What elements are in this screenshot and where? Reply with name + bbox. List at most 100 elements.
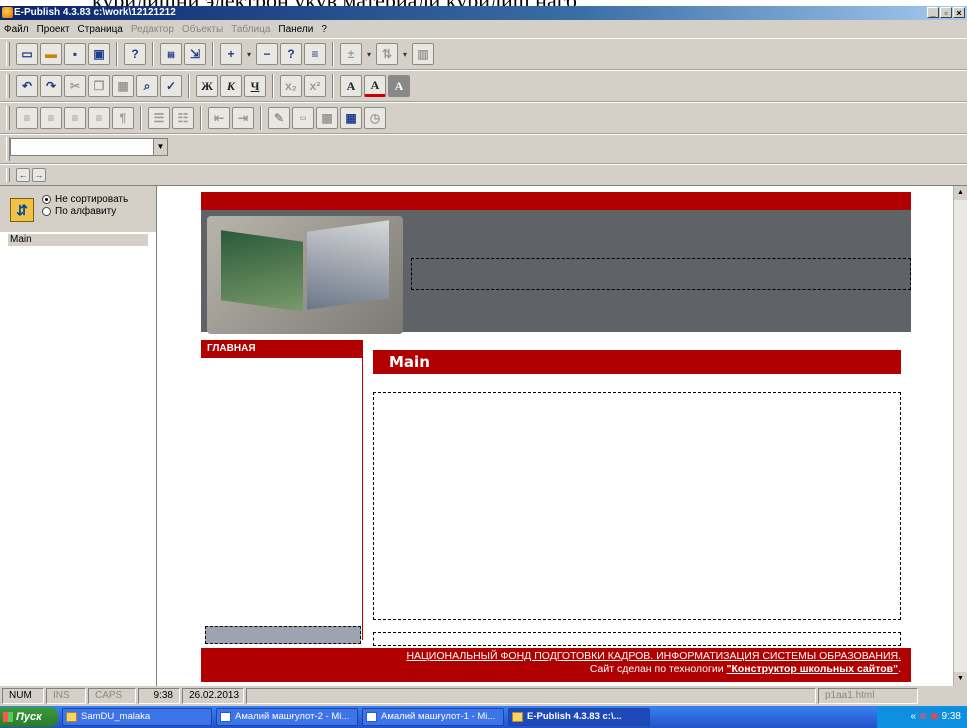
windows-taskbar: Пуск SamDU_malaka Амалий машғулот-2 - Mi… xyxy=(0,706,967,728)
paragraph-icon[interactable]: ¶ xyxy=(112,107,134,129)
radio-selected[interactable] xyxy=(42,195,51,204)
toolbar-grip[interactable] xyxy=(6,168,10,182)
html-export-icon[interactable]: ▤ xyxy=(160,43,182,65)
taskbar-item-folder[interactable]: SamDU_malaka xyxy=(62,708,212,726)
numbered-list-icon[interactable]: ☷ xyxy=(172,107,194,129)
maximize-button[interactable]: ▫ xyxy=(940,7,952,18)
sort-alpha-option[interactable]: По алфавиту xyxy=(42,206,116,217)
chevron-down-icon[interactable]: ▾ xyxy=(364,50,374,59)
close-button[interactable]: × xyxy=(953,7,965,18)
bullet-list-icon[interactable]: ☰ xyxy=(148,107,170,129)
content-bottom-region[interactable] xyxy=(373,632,901,646)
insert-image-icon[interactable]: ▩ xyxy=(316,107,338,129)
scroll-down-icon[interactable]: ▼ xyxy=(954,672,967,686)
menu-file[interactable]: Файл xyxy=(4,24,29,35)
highlight-icon[interactable]: A xyxy=(388,75,410,97)
chevron-down-icon[interactable]: ▼ xyxy=(153,139,167,155)
opera-icon[interactable]: ◉ xyxy=(930,711,942,722)
menu-help[interactable]: ? xyxy=(321,24,327,35)
toolbar-grip[interactable] xyxy=(6,106,10,130)
back-arrow-icon[interactable]: ← xyxy=(16,168,30,182)
insert-clock-icon[interactable]: ◷ xyxy=(364,107,386,129)
nav-title[interactable]: ГЛАВНАЯ xyxy=(201,340,362,358)
save-icon[interactable]: ▪ xyxy=(64,43,86,65)
toolbar-grip[interactable] xyxy=(6,74,10,98)
item-list-icon[interactable]: ▥ xyxy=(412,43,434,65)
remove-page-icon[interactable]: − xyxy=(256,43,278,65)
radio-unselected[interactable] xyxy=(42,207,51,216)
site-footer: НАЦИОНАЛЬНЫЙ ФОНД ПОДГОТОВКИ КАДРОВ. ИНФ… xyxy=(201,648,911,682)
underline-button[interactable]: Ч xyxy=(244,75,266,97)
taskbar-item-word-2[interactable]: Амалий машғулот-2 - Mi... xyxy=(216,708,358,726)
font-button[interactable]: A xyxy=(340,75,362,97)
start-button[interactable]: Пуск xyxy=(0,707,58,727)
superscript-icon[interactable]: x² xyxy=(304,75,326,97)
page-help-icon[interactable]: ? xyxy=(280,43,302,65)
toolbar-grip[interactable] xyxy=(6,42,10,66)
taskbar-item-word-1[interactable]: Амалий машғулот-1 - Mi... xyxy=(362,708,504,726)
scroll-up-icon[interactable]: ▲ xyxy=(954,186,967,200)
font-color-icon[interactable]: A xyxy=(364,75,386,97)
site-nav-column: ГЛАВНАЯ xyxy=(201,340,363,640)
menu-table[interactable]: Таблица xyxy=(231,24,270,35)
subscript-icon[interactable]: x₂ xyxy=(280,75,302,97)
content-title: Main xyxy=(373,350,901,374)
bold-button[interactable]: Ж xyxy=(196,75,218,97)
save-all-icon[interactable]: ▣ xyxy=(88,43,110,65)
sort-none-option[interactable]: Не сортировать xyxy=(42,194,128,205)
cut-icon[interactable]: ✂ xyxy=(64,75,86,97)
align-right-icon[interactable]: ≡ xyxy=(64,107,86,129)
vertical-scrollbar[interactable]: ▲ ▼ xyxy=(953,186,967,686)
paste-icon[interactable]: ▦ xyxy=(112,75,134,97)
edit-object-icon[interactable]: ✎ xyxy=(268,107,290,129)
align-left-icon[interactable]: ≡ xyxy=(16,107,38,129)
undo-icon[interactable]: ↶ xyxy=(16,75,38,97)
tray-expand-icon[interactable]: « xyxy=(911,711,917,722)
menu-project[interactable]: Проект xyxy=(37,24,70,35)
toolbar-separator xyxy=(272,74,274,98)
italic-button[interactable]: К xyxy=(220,75,242,97)
word-document-icon xyxy=(366,712,377,722)
insert-link-icon[interactable]: ▭ xyxy=(292,107,314,129)
page-list-icon[interactable]: ≡ xyxy=(304,43,326,65)
move-item-icon[interactable]: ⇅ xyxy=(376,43,398,65)
content-editable-region[interactable] xyxy=(373,392,901,620)
menu-panels[interactable]: Панели xyxy=(278,24,313,35)
help-wizard-icon[interactable]: ? xyxy=(124,43,146,65)
align-justify-icon[interactable]: ≡ xyxy=(88,107,110,129)
indent-icon[interactable]: ⇥ xyxy=(232,107,254,129)
publish-icon[interactable]: ⇲ xyxy=(184,43,206,65)
open-folder-icon[interactable]: ▬ xyxy=(40,43,62,65)
menu-editor[interactable]: Редактор xyxy=(131,24,174,35)
insert-item-icon[interactable]: ± xyxy=(340,43,362,65)
nav-editable-region[interactable] xyxy=(205,626,361,644)
constructor-link[interactable]: "Конструктор школьных сайтов" xyxy=(727,663,899,675)
add-page-icon[interactable]: + xyxy=(220,43,242,65)
style-select[interactable]: ▼ xyxy=(10,138,168,156)
taskbar-item-epublish[interactable]: E-Publish 4.3.83 c:\... xyxy=(508,708,650,726)
window-titlebar[interactable]: E-Publish 4.3.83 c:\work\12121212 _ ▫ × xyxy=(0,6,967,20)
insert-table-icon[interactable]: ▦ xyxy=(340,107,362,129)
site-header xyxy=(201,210,911,334)
menu-page[interactable]: Страница xyxy=(78,24,123,35)
new-file-icon[interactable]: ▭ xyxy=(16,43,38,65)
chevron-down-icon[interactable]: ▾ xyxy=(244,50,254,59)
redo-icon[interactable]: ↷ xyxy=(40,75,62,97)
header-editable-region[interactable] xyxy=(411,258,911,290)
windows-logo-icon xyxy=(3,712,13,722)
toolbar-row-1: ▭ ▬ ▪ ▣ ? ▤ ⇲ + ▾ − ? ≡ ± ▾ ⇅ ▾ ▥ xyxy=(0,38,967,70)
outdent-icon[interactable]: ⇤ xyxy=(208,107,230,129)
classroom-photo xyxy=(221,230,303,312)
minimize-button[interactable]: _ xyxy=(927,7,939,18)
copy-icon[interactable]: ❐ xyxy=(88,75,110,97)
page-list-item[interactable]: Main xyxy=(8,234,148,246)
footer-org-link[interactable]: НАЦИОНАЛЬНЫЙ ФОНД ПОДГОТОВКИ КАДРОВ. ИНФ… xyxy=(201,650,901,662)
spellcheck-icon[interactable]: ✓ xyxy=(160,75,182,97)
find-icon[interactable]: ⌕ xyxy=(136,75,158,97)
forward-arrow-icon[interactable]: → xyxy=(32,168,46,182)
security-shield-icon[interactable]: ⊗ xyxy=(919,711,930,722)
chevron-down-icon[interactable]: ▾ xyxy=(400,50,410,59)
align-center-icon[interactable]: ≡ xyxy=(40,107,62,129)
menu-objects[interactable]: Объекты xyxy=(182,24,223,35)
sort-icon[interactable]: ⇵ xyxy=(10,198,34,222)
